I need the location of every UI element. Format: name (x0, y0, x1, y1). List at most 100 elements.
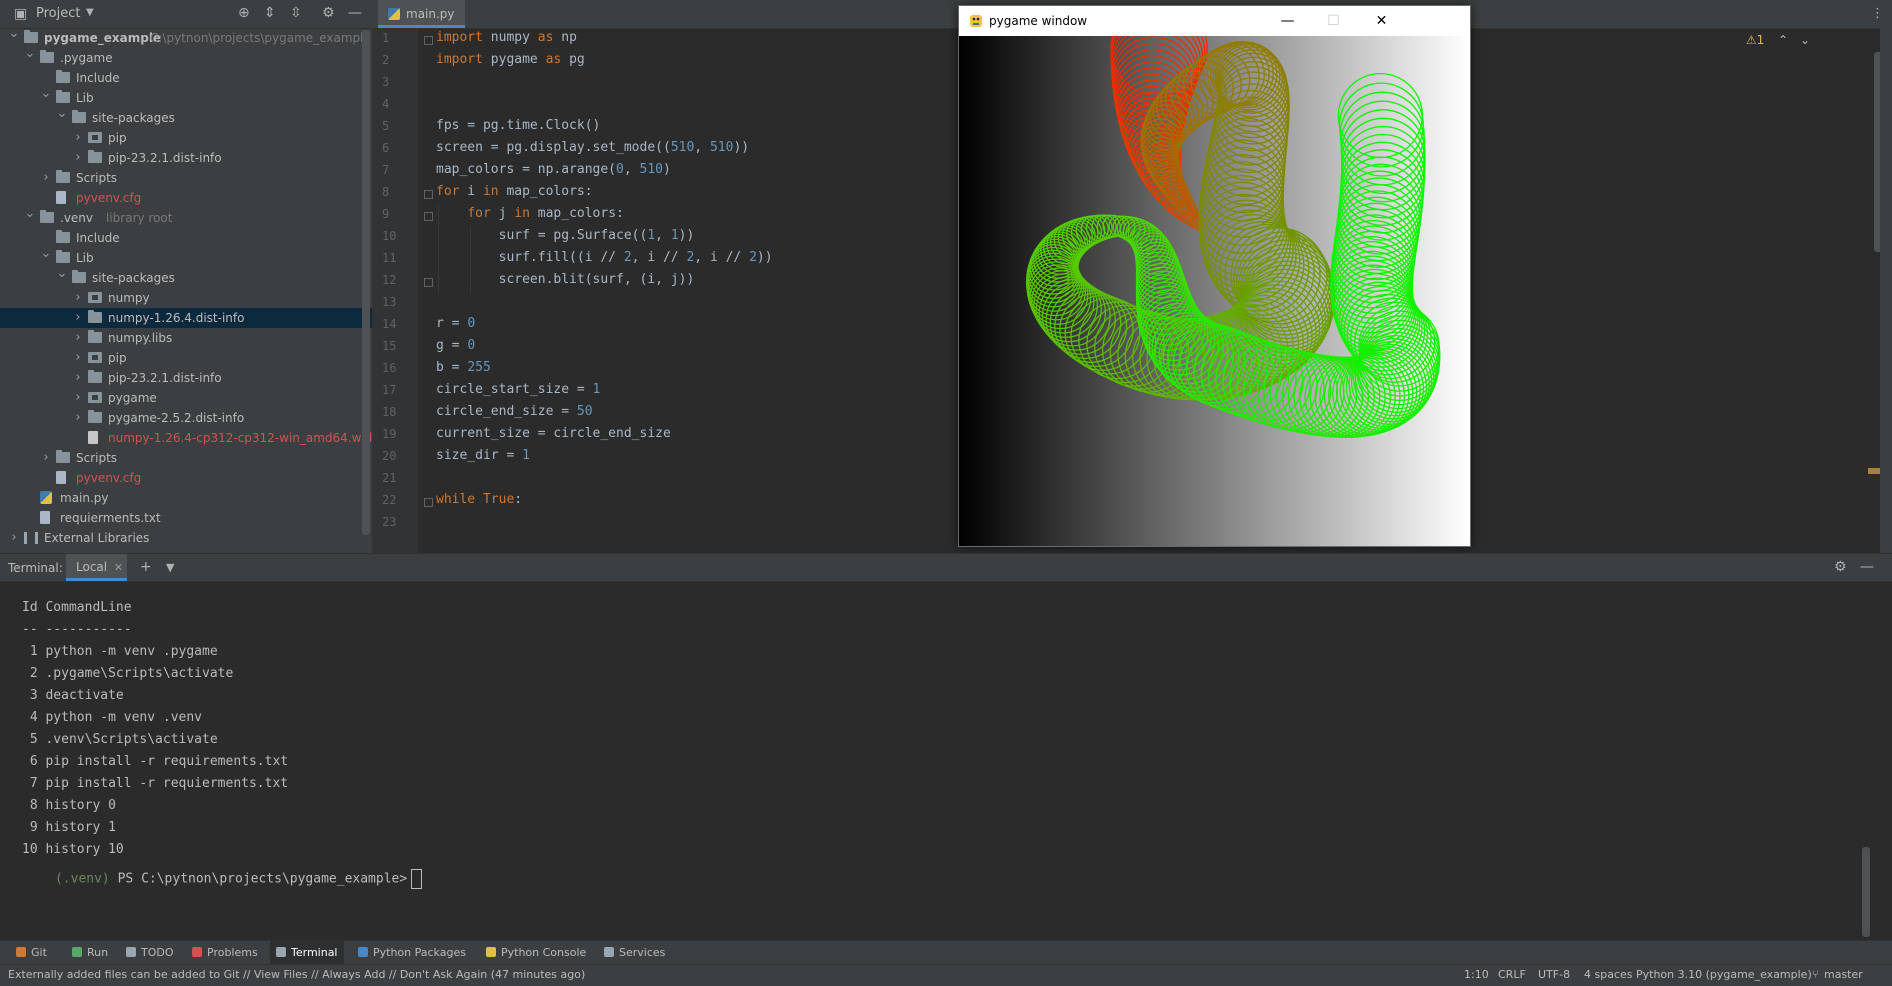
chevron-right-icon[interactable]: › (72, 128, 84, 148)
expand-all-icon[interactable]: ⇕ (264, 5, 276, 21)
code-line[interactable]: map_colors = np.arange(0, 510) (436, 162, 671, 177)
terminal-output[interactable]: Id CommandLine -- ----------- 1 python -m… (0, 582, 1880, 941)
tree-item[interactable]: pyvenv.cfg (0, 188, 372, 208)
code-line[interactable]: circle_start_size = 1 (436, 382, 600, 397)
terminal-scrollbar[interactable] (1862, 847, 1870, 937)
tree-item[interactable]: › pip (0, 128, 372, 148)
line-number[interactable]: 19 (382, 427, 408, 441)
chevron-up-icon[interactable]: ⌃ (1778, 33, 1788, 47)
gear-icon[interactable]: ⚙ (1834, 559, 1847, 575)
tab-main-py[interactable]: main.py (378, 0, 465, 28)
git-branch[interactable]: master (1824, 968, 1863, 981)
line-number[interactable]: 2 (382, 53, 408, 67)
chevron-down-icon[interactable]: ⌄ (40, 84, 52, 104)
tree-item[interactable]: › numpy-1.26.4.dist-info (0, 308, 372, 328)
code-line[interactable]: b = 255 (436, 360, 491, 375)
line-number[interactable]: 14 (382, 317, 408, 331)
code-line[interactable]: import numpy as np (436, 30, 577, 45)
fold-marker-icon[interactable] (424, 190, 433, 199)
code-line[interactable]: current_size = circle_end_size (436, 426, 671, 441)
chevron-right-icon[interactable]: › (72, 368, 84, 388)
hide-icon[interactable]: — (348, 5, 362, 21)
tree-item[interactable]: numpy-1.26.4-cp312-cp312-win_amd64.whl (0, 428, 372, 448)
tool-button-python-packages[interactable]: Python Packages (352, 941, 472, 965)
fold-marker-icon[interactable] (424, 36, 433, 45)
line-number[interactable]: 5 (382, 119, 408, 133)
line-number[interactable]: 16 (382, 361, 408, 375)
inspection-widget[interactable]: ⚠1 ⌃ ⌄ (1746, 33, 1810, 47)
fold-marker-icon[interactable] (424, 498, 433, 507)
fold-marker-icon[interactable] (424, 212, 433, 221)
line-number[interactable]: 12 (382, 273, 408, 287)
project-view-selector[interactable]: Project (36, 6, 80, 21)
add-icon[interactable]: + (140, 559, 152, 575)
tool-button-python-console[interactable]: Python Console (480, 941, 592, 965)
code-line[interactable]: for i in map_colors: (436, 184, 593, 199)
tool-button-git[interactable]: Git (10, 941, 53, 965)
line-number[interactable]: 4 (382, 97, 408, 111)
code-line[interactable]: size_dir = 1 (436, 448, 530, 463)
code-line[interactable]: for j in map_colors: (436, 206, 624, 221)
code-line[interactable]: screen = pg.display.set_mode((510, 510)) (436, 140, 749, 155)
line-number[interactable]: 10 (382, 229, 408, 243)
tree-item[interactable]: › External Libraries (0, 528, 372, 548)
line-number[interactable]: 13 (382, 295, 408, 309)
tree-item[interactable]: ⌄ .pygame (0, 46, 372, 68)
tree-item[interactable]: Include (0, 228, 372, 248)
code-line[interactable]: r = 0 (436, 316, 475, 331)
chevron-right-icon[interactable]: › (72, 288, 84, 308)
close-button[interactable]: ✕ (1359, 6, 1404, 36)
tree-item[interactable]: › numpy (0, 288, 372, 308)
line-number[interactable]: 3 (382, 75, 408, 89)
locate-icon[interactable]: ⊕ (238, 5, 250, 21)
chevron-down-icon[interactable]: ⌄ (1800, 33, 1810, 47)
terminal-prompt[interactable]: (.venv) PS C:\pytnon\projects\pygame_exa… (8, 854, 423, 904)
chevron-right-icon[interactable]: › (8, 528, 20, 548)
pygame-canvas[interactable] (959, 36, 1469, 546)
line-number[interactable]: 6 (382, 141, 408, 155)
tree-item[interactable]: requierments.txt (0, 508, 372, 528)
maximize-button[interactable]: ☐ (1311, 6, 1356, 36)
chevron-down-icon[interactable]: ⌄ (40, 244, 52, 264)
tool-button-services[interactable]: Services (598, 941, 671, 965)
chevron-right-icon[interactable]: › (72, 388, 84, 408)
chevron-right-icon[interactable]: › (72, 148, 84, 168)
line-number[interactable]: 21 (382, 471, 408, 485)
project-scrollbar[interactable] (362, 30, 370, 535)
tree-item[interactable]: ⌄ pygame_example C:\pytnon\projects\pygame… (0, 28, 372, 48)
tree-item[interactable]: ⌄ .venv library root (0, 206, 372, 228)
tree-item[interactable]: › pygame (0, 388, 372, 408)
tree-item[interactable]: › Scripts (0, 448, 372, 468)
code-line[interactable]: surf = pg.Surface((1, 1)) (436, 228, 695, 243)
chevron-down-icon[interactable]: ⌄ (56, 264, 68, 284)
notifications-label[interactable] (1880, 58, 1892, 148)
gear-icon[interactable]: ⚙ (322, 5, 335, 21)
close-icon[interactable]: ✕ (114, 554, 123, 581)
fold-marker-icon[interactable] (424, 278, 433, 287)
code-line[interactable]: surf.fill((i // 2, i // 2, i // 2)) (436, 250, 773, 265)
minimize-button[interactable]: — (1265, 6, 1310, 36)
chevron-right-icon[interactable]: › (72, 348, 84, 368)
tree-item[interactable]: › pip-23.2.1.dist-info (0, 148, 372, 168)
code-line[interactable]: import pygame as pg (436, 52, 585, 67)
python-interpreter[interactable]: Python 3.10 (pygame_example) (1636, 968, 1812, 981)
tool-button-run[interactable]: Run (66, 941, 114, 965)
indent-setting[interactable]: 4 spaces (1584, 968, 1633, 981)
line-number[interactable]: 1 (382, 31, 408, 45)
tool-button-todo[interactable]: TODO (120, 941, 180, 965)
line-separator[interactable]: CRLF (1498, 968, 1526, 981)
tree-item[interactable]: pyvenv.cfg (0, 468, 372, 488)
tree-item[interactable]: › Scripts (0, 168, 372, 188)
line-number[interactable]: 17 (382, 383, 408, 397)
chevron-down-icon[interactable]: ⌄ (24, 204, 36, 224)
pygame-window[interactable]: pygame window — ☐ ✕ (958, 5, 1471, 547)
chevron-down-icon[interactable]: ⌄ (24, 44, 36, 64)
status-message[interactable]: Externally added files can be added to G… (8, 968, 585, 981)
chevron-down-icon[interactable]: ▼ (86, 7, 94, 18)
tree-item[interactable]: › pip (0, 348, 372, 368)
code-line[interactable]: while True: (436, 492, 522, 507)
tool-button-problems[interactable]: Problems (186, 941, 264, 965)
line-number[interactable]: 23 (382, 515, 408, 529)
pygame-titlebar[interactable]: pygame window — ☐ ✕ (959, 6, 1470, 36)
chevron-right-icon[interactable]: › (72, 408, 84, 428)
